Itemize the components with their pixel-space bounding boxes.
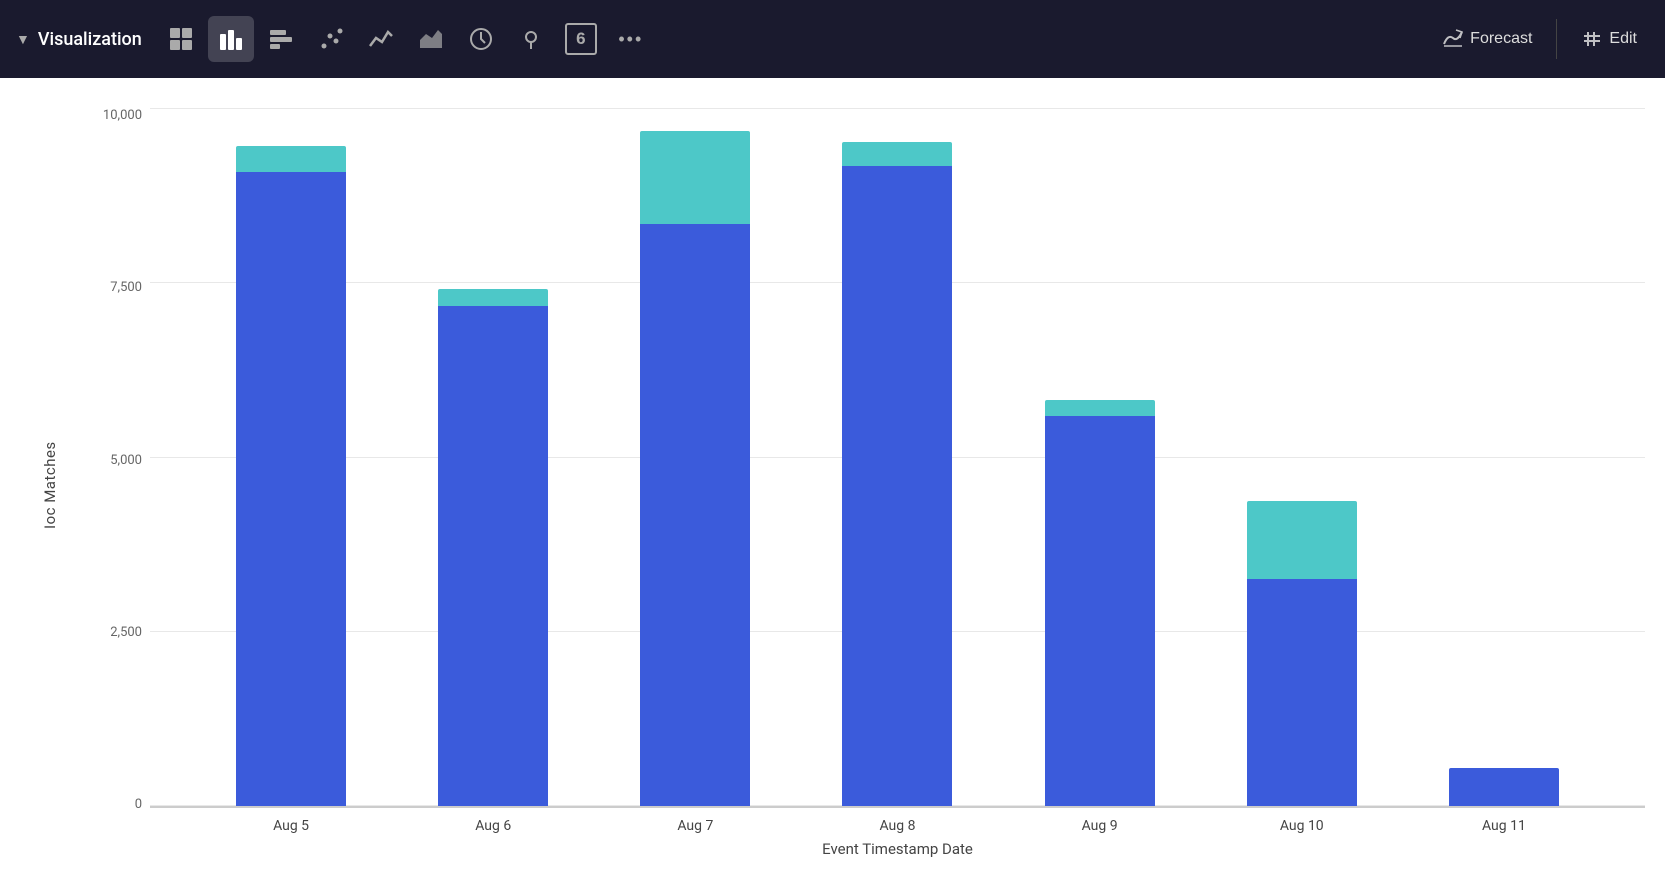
bar-group[interactable] — [822, 108, 972, 806]
edit-icon — [1581, 28, 1603, 50]
forecast-icon — [1442, 28, 1464, 50]
bar-segment-bottom — [438, 306, 548, 806]
toolbar-title-label: Visualization — [38, 29, 142, 50]
bar-segment-bottom — [236, 172, 346, 806]
x-axis-tick-label: Aug 9 — [1025, 818, 1175, 834]
edit-button[interactable]: Edit — [1569, 20, 1649, 58]
x-axis-tick-label: Aug 8 — [822, 818, 972, 834]
x-axis-tick-label: Aug 6 — [418, 818, 568, 834]
bar-group[interactable] — [1025, 108, 1175, 806]
bar-segment-bottom — [842, 166, 952, 806]
number-badge: 6 — [565, 23, 597, 55]
map-view-button[interactable] — [508, 16, 554, 62]
bar-chart-view-button[interactable] — [208, 16, 254, 62]
bars-and-grid — [150, 108, 1645, 808]
y-tick: 7,500 — [80, 280, 142, 295]
horizontal-bar-view-button[interactable] — [258, 16, 304, 62]
number-view-button[interactable]: 6 — [558, 16, 604, 62]
bar-segment-top — [1045, 400, 1155, 416]
bar-segment-bottom — [1045, 416, 1155, 806]
x-axis-labels: Aug 5 Aug 6 Aug 7 Aug 8 Aug 9 Aug 10 Aug 11 — [150, 808, 1645, 834]
bar-segment-bottom — [1449, 768, 1559, 806]
x-axis-tick-label: Aug 5 — [216, 818, 366, 834]
bar-group[interactable] — [620, 108, 770, 806]
more-dots-icon: ••• — [618, 29, 643, 50]
bar-group[interactable] — [216, 108, 366, 806]
bars-row — [150, 108, 1645, 806]
bar-group[interactable] — [1227, 108, 1377, 806]
toolbar: ▼ Visualization — [0, 0, 1665, 78]
collapse-icon[interactable]: ▼ — [16, 31, 30, 48]
table-view-button[interactable] — [158, 16, 204, 62]
area-view-button[interactable] — [408, 16, 454, 62]
x-axis-tick-label: Aug 11 — [1429, 818, 1579, 834]
bar-segment-bottom — [640, 224, 750, 806]
toolbar-separator — [1556, 19, 1557, 59]
toolbar-right-actions: Forecast Edit — [1430, 19, 1649, 59]
y-tick: 0 — [80, 797, 142, 812]
bar-segment-top — [1247, 501, 1357, 580]
edit-label: Edit — [1609, 30, 1637, 48]
bar-group[interactable] — [418, 108, 568, 806]
more-options-button[interactable]: ••• — [608, 16, 654, 62]
y-axis-ticks: 10,000 7,500 5,000 2,500 0 — [80, 108, 150, 862]
x-axis-tick-label: Aug 7 — [620, 818, 770, 834]
bar-segment-top — [438, 289, 548, 305]
x-axis-label: Event Timestamp Date — [150, 840, 1645, 862]
bar-segment-top — [640, 131, 750, 224]
bar-segment-top — [842, 142, 952, 166]
y-tick: 2,500 — [80, 625, 142, 640]
line-view-button[interactable] — [358, 16, 404, 62]
time-view-button[interactable] — [458, 16, 504, 62]
bar-segment-bottom — [1247, 579, 1357, 806]
chart-plot-area: Aug 5 Aug 6 Aug 7 Aug 8 Aug 9 Aug 10 Aug 11 Ev… — [150, 108, 1645, 862]
x-axis-tick-label: Aug 10 — [1227, 818, 1377, 834]
y-tick: 10,000 — [80, 108, 142, 123]
y-tick: 5,000 — [80, 453, 142, 468]
bar-segment-top — [236, 146, 346, 172]
visualization-title: ▼ Visualization — [16, 29, 142, 50]
forecast-button[interactable]: Forecast — [1430, 20, 1544, 58]
chart-container: Ioc Matches 10,0007,5005,0002,5000 Aug — [0, 78, 1665, 882]
forecast-label: Forecast — [1470, 30, 1532, 48]
scatter-view-button[interactable] — [308, 16, 354, 62]
bar-group[interactable] — [1429, 108, 1579, 806]
y-axis-label: Ioc Matches — [20, 108, 80, 862]
